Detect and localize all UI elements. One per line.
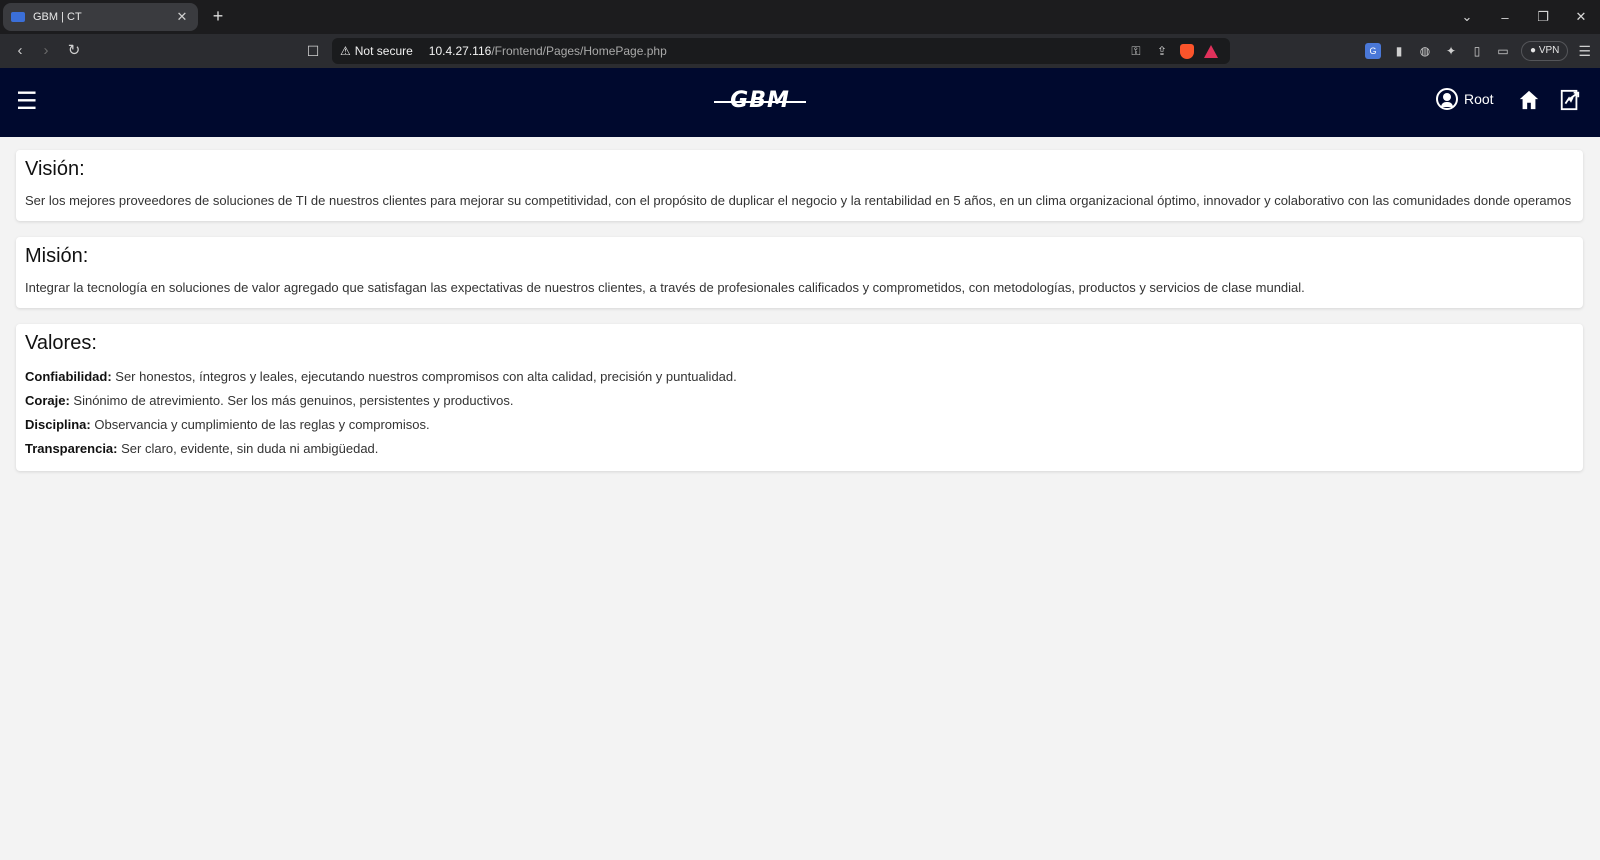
browser-tab[interactable]: GBM | CT ✕	[3, 3, 198, 31]
mision-text: Integrar la tecnología en soluciones de …	[25, 280, 1305, 295]
sidebar-icon[interactable]: ▯	[1469, 43, 1485, 59]
new-tab-button[interactable]: +	[208, 6, 228, 27]
security-status[interactable]: Not secure	[355, 44, 413, 58]
exit-icon[interactable]	[1559, 89, 1581, 111]
vision-text: Ser los mejores proveedores de solucione…	[25, 193, 1572, 208]
close-window-icon[interactable]: ✕	[1562, 9, 1600, 25]
user-icon	[1436, 88, 1458, 110]
close-tab-icon[interactable]: ✕	[174, 9, 190, 25]
translate-icon[interactable]: G	[1365, 43, 1381, 59]
user-name: Root	[1464, 91, 1494, 107]
extension-face-icon[interactable]: ◍	[1417, 43, 1433, 59]
gbm-logo[interactable]: GBM	[714, 86, 806, 116]
brave-rewards-icon[interactable]	[1204, 44, 1218, 58]
share-icon[interactable]: ⇪	[1154, 44, 1170, 58]
value-text: Observancia y cumplimiento de las reglas…	[90, 417, 430, 432]
extensions-area: G ▮ ◍ ✦ ▯ ▭ ● VPN ☰	[1365, 40, 1591, 62]
browser-tab-bar: GBM | CT ✕ + ⌄ – ❐ ✕	[0, 0, 1600, 34]
value-confiabilidad: Confiabilidad: Ser honestos, íntegros y …	[25, 365, 1574, 389]
address-bar-actions: ⚿ ⇪	[1128, 38, 1218, 64]
value-label: Disciplina:	[25, 417, 91, 432]
value-text: Ser honestos, íntegros y leales, ejecuta…	[111, 369, 737, 384]
minimize-icon[interactable]: –	[1486, 10, 1524, 25]
vision-card: Visión: Ser los mejores proveedores de s…	[16, 150, 1583, 221]
value-disciplina: Disciplina: Observancia y cumplimiento d…	[25, 413, 1574, 437]
tab-title: GBM | CT	[33, 11, 82, 23]
vpn-button[interactable]: ● VPN	[1521, 41, 1569, 61]
forward-icon[interactable]: ›	[36, 41, 56, 61]
user-menu[interactable]: Root	[1436, 88, 1494, 110]
main-content: Visión: Ser los mejores proveedores de s…	[16, 150, 1583, 487]
logo-strike	[714, 101, 806, 103]
value-label: Confiabilidad:	[25, 369, 112, 384]
warning-icon: ⚠	[340, 44, 351, 58]
document-icon[interactable]: ▮	[1391, 43, 1407, 59]
key-icon[interactable]: ⚿	[1128, 44, 1144, 59]
value-text: Ser claro, evidente, sin duda ni ambigüe…	[117, 441, 379, 456]
address-bar[interactable]: ⚠ Not secure 10.4.27.116 /Frontend/Pages…	[332, 38, 1230, 64]
brave-shields-icon[interactable]	[1180, 43, 1194, 59]
app-header: ☰ GBM Root	[0, 68, 1600, 137]
mision-title: Misión:	[25, 245, 89, 267]
value-coraje: Coraje: Sinónimo de atrevimiento. Ser lo…	[25, 389, 1574, 413]
back-icon[interactable]: ‹	[10, 41, 30, 61]
value-label: Coraje:	[25, 393, 70, 408]
restore-icon[interactable]: ❐	[1524, 9, 1562, 25]
value-label: Transparencia:	[25, 441, 118, 456]
valores-card: Valores: Confiabilidad: Ser honestos, ín…	[16, 324, 1583, 471]
reload-icon[interactable]: ↻	[64, 41, 84, 61]
value-text: Sinónimo de atrevimiento. Ser los más ge…	[69, 393, 514, 408]
home-icon[interactable]	[1518, 89, 1540, 111]
mision-card: Misión: Integrar la tecnología en soluci…	[16, 237, 1583, 308]
wallet-icon[interactable]: ▭	[1495, 43, 1511, 59]
browser-menu-icon[interactable]: ☰	[1578, 43, 1591, 60]
favicon-icon	[11, 12, 25, 22]
url-path: /Frontend/Pages/HomePage.php	[491, 44, 667, 58]
valores-title: Valores:	[25, 332, 97, 354]
url-host: 10.4.27.116	[428, 44, 492, 58]
value-transparencia: Transparencia: Ser claro, evidente, sin …	[25, 437, 1574, 461]
bookmark-icon[interactable]: ☐	[303, 41, 323, 61]
vision-title: Visión:	[25, 158, 85, 180]
hamburger-menu-icon[interactable]: ☰	[16, 90, 38, 114]
puzzle-icon[interactable]: ✦	[1443, 43, 1459, 59]
window-controls: ⌄ – ❐ ✕	[1448, 0, 1600, 34]
tab-search-icon[interactable]: ⌄	[1448, 9, 1486, 25]
